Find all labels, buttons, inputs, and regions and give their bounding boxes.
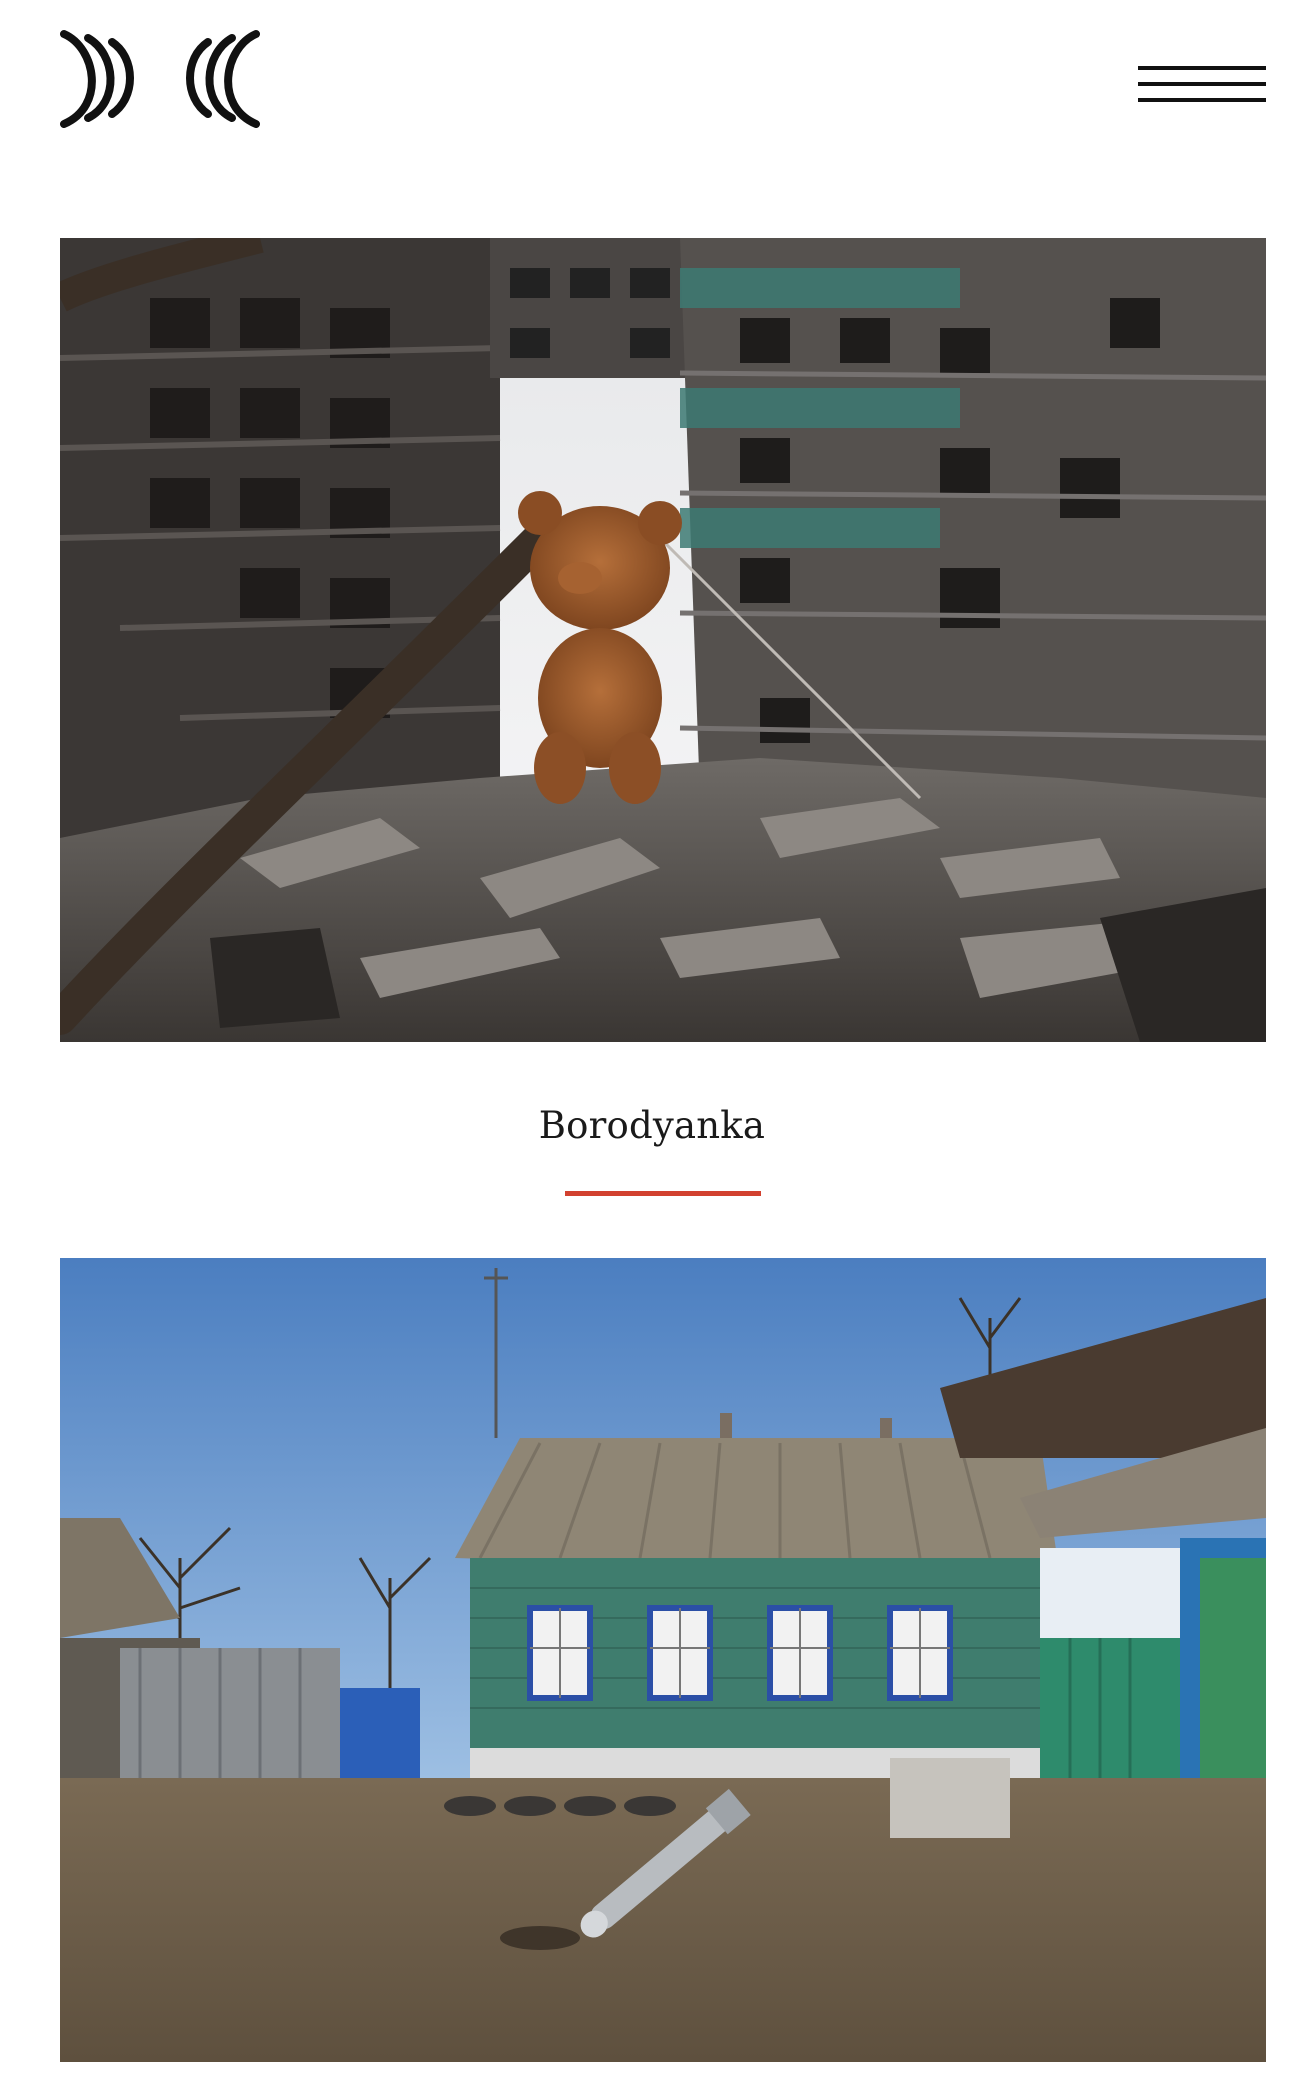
- brand-logo-icon[interactable]: [58, 28, 264, 128]
- hamburger-menu-icon[interactable]: [1138, 60, 1266, 110]
- site-header: [0, 0, 1304, 200]
- caption-underline: [565, 1191, 761, 1196]
- photo-caption: Borodyanka: [538, 1104, 766, 1147]
- gallery-photo-village[interactable]: [60, 1258, 1266, 2062]
- gallery-photo-borodyanka[interactable]: [60, 238, 1266, 1042]
